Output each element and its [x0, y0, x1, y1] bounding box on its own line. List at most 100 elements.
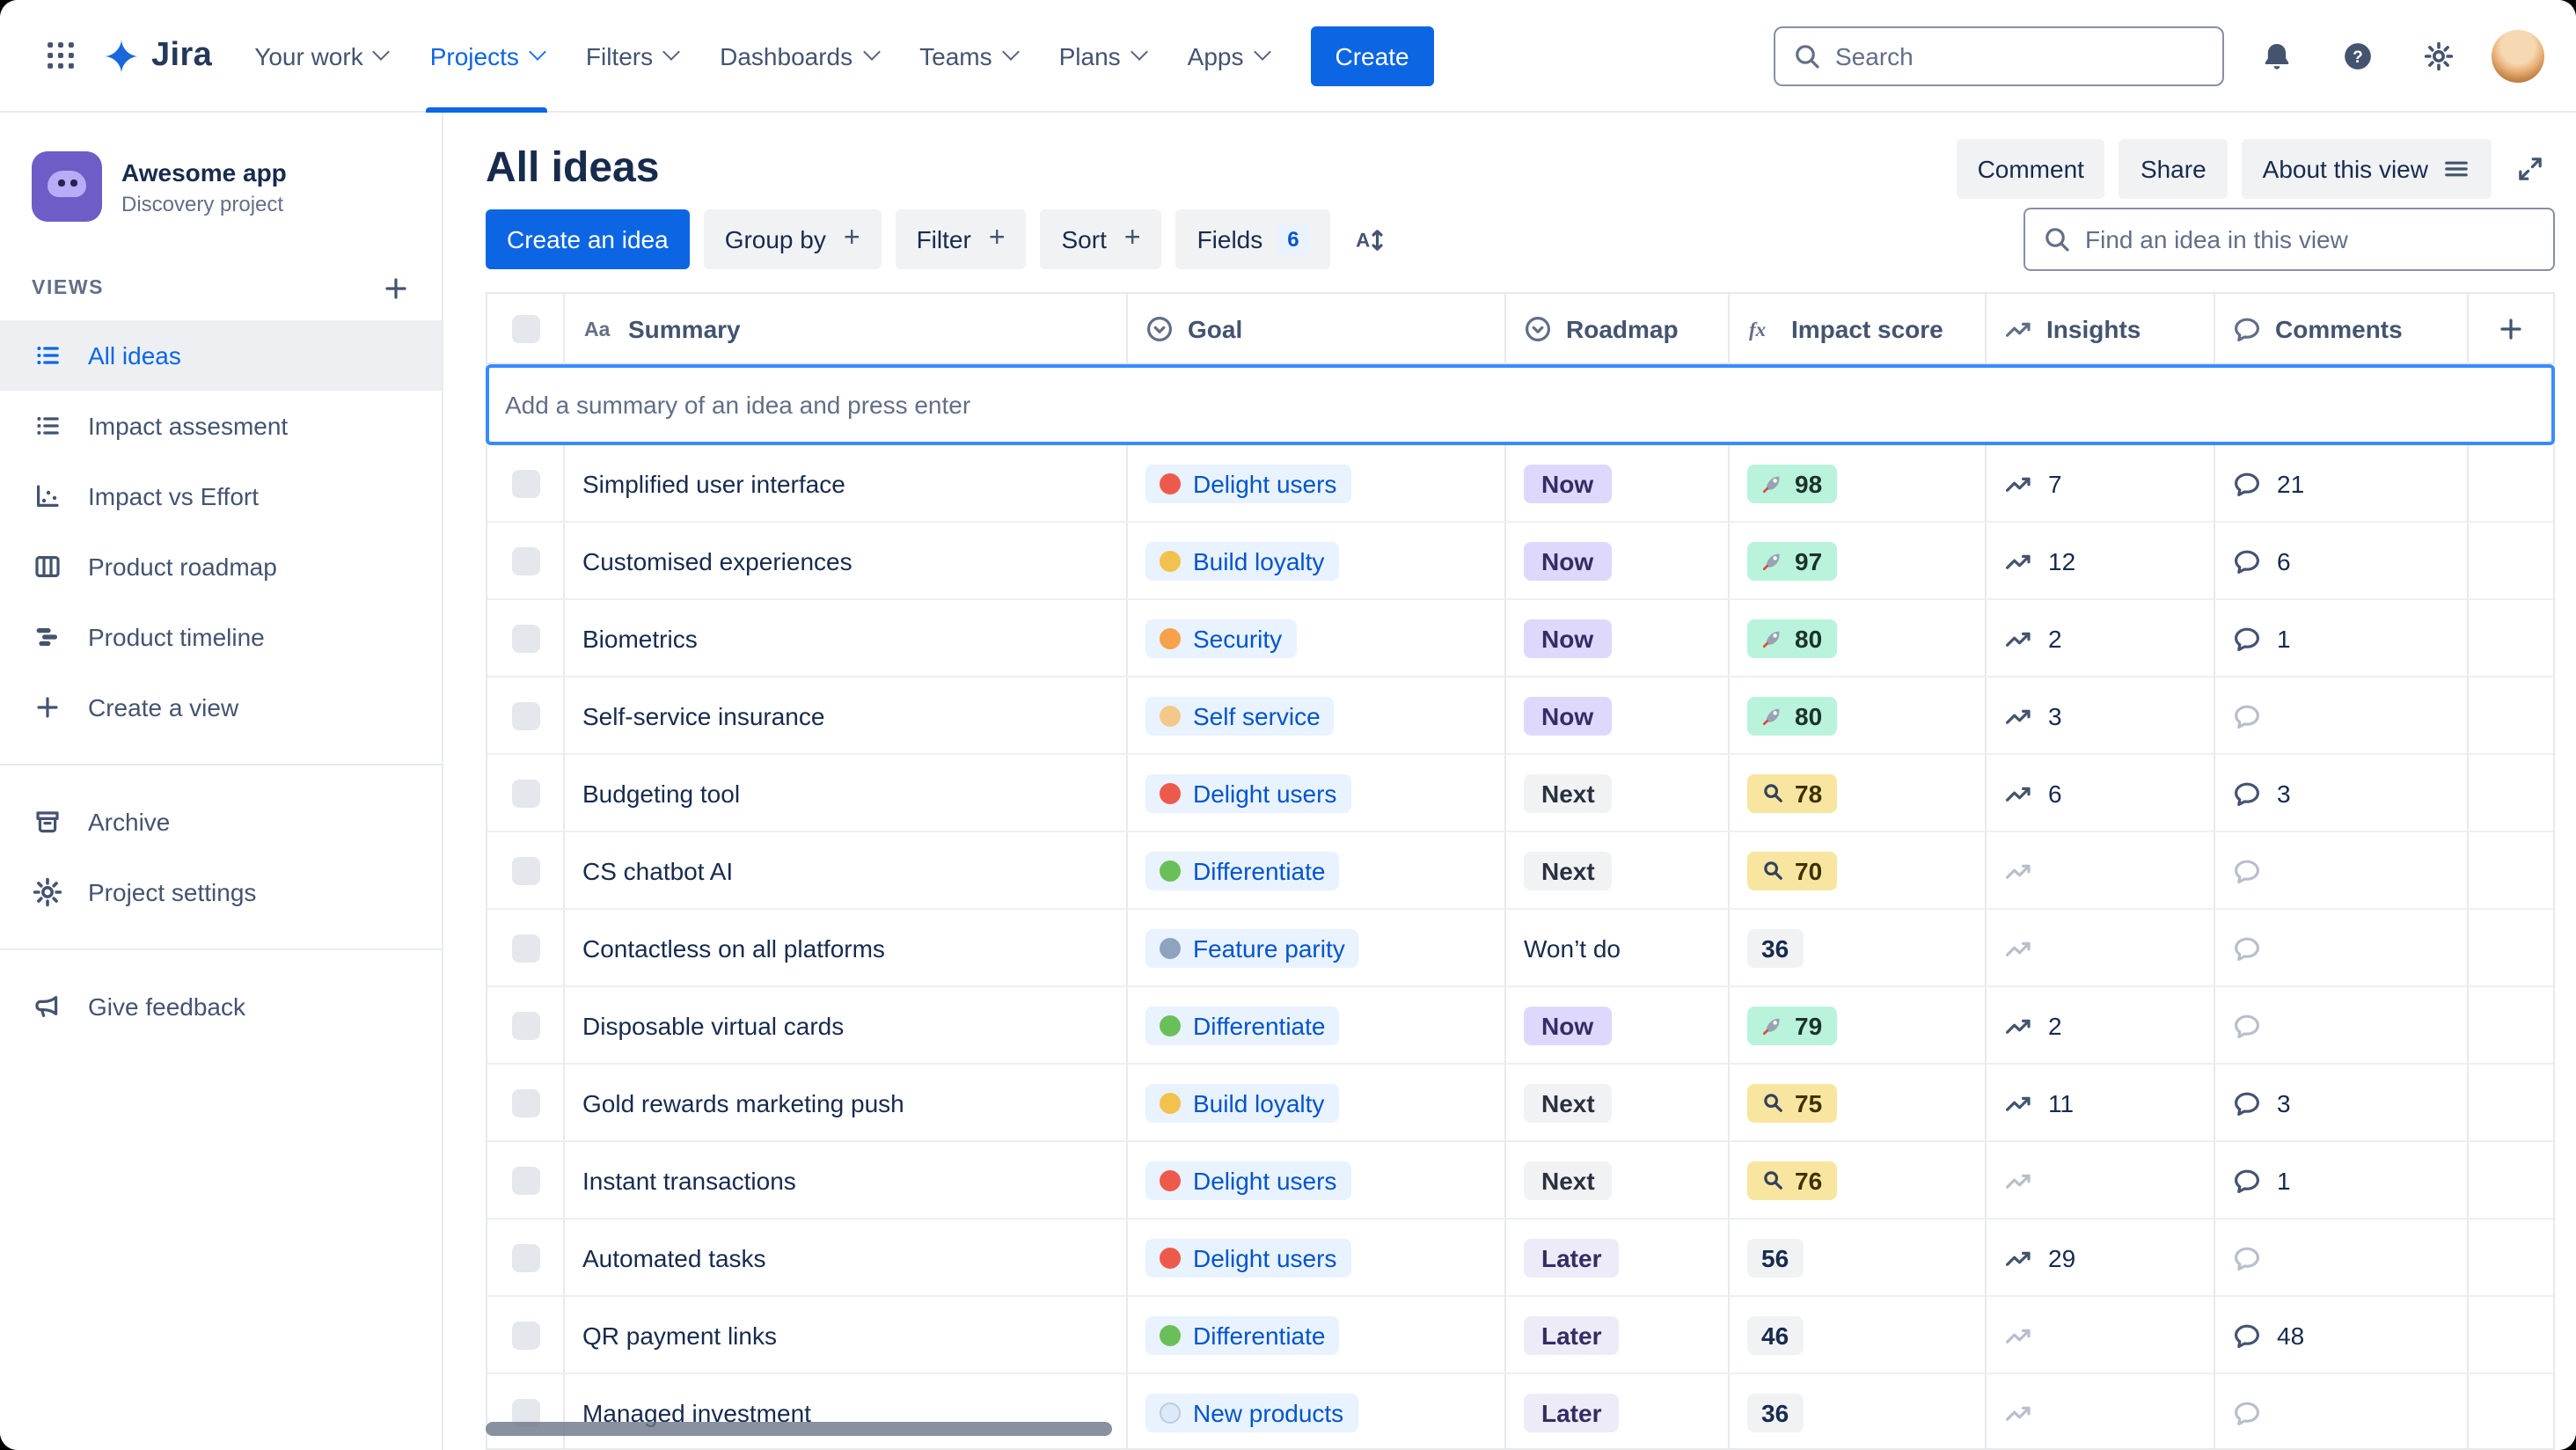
row-checkbox[interactable]: [511, 1088, 539, 1117]
roadmap-chip[interactable]: Later: [1524, 1238, 1620, 1277]
impact-score-chip[interactable]: 98: [1747, 464, 1837, 502]
comments-cell[interactable]: 6: [2215, 523, 2469, 598]
column-header-impact[interactable]: fx Impact score: [1730, 294, 1987, 362]
group-by-button[interactable]: Group by +: [703, 209, 882, 269]
impact-score-chip[interactable]: 36: [1747, 1393, 1804, 1432]
idea-row[interactable]: Contactless on all platforms Feature pari…: [487, 910, 2553, 987]
impact-score-chip[interactable]: 76: [1747, 1161, 1837, 1199]
sidebar-item-product-roadmap[interactable]: Product roadmap: [0, 531, 442, 602]
goal-chip[interactable]: Differentiate: [1145, 1315, 1340, 1354]
row-checkbox[interactable]: [511, 856, 539, 884]
idea-row[interactable]: Automated tasks Delight users Later 56 29: [487, 1219, 2553, 1297]
comments-cell[interactable]: [2215, 832, 2469, 908]
comments-cell[interactable]: 1: [2215, 1142, 2469, 1218]
goal-chip[interactable]: Build loyalty: [1145, 541, 1339, 580]
idea-row[interactable]: Managed investment New products Later 36: [487, 1374, 2553, 1450]
roadmap-chip[interactable]: Next: [1524, 773, 1613, 812]
impact-score-chip[interactable]: 36: [1747, 928, 1804, 967]
idea-row[interactable]: Biometrics Security Now 80 2 1: [487, 600, 2553, 677]
add-column-button[interactable]: [2469, 294, 2553, 362]
row-checkbox[interactable]: [511, 1321, 539, 1349]
idea-row[interactable]: Disposable virtual cards Differentiate Now…: [487, 987, 2553, 1065]
goal-chip[interactable]: Delight users: [1145, 1238, 1351, 1277]
comment-button[interactable]: Comment: [1956, 139, 2105, 199]
column-header-summary[interactable]: Aa Summary: [565, 294, 1128, 362]
roadmap-chip[interactable]: Next: [1524, 1161, 1613, 1199]
row-checkbox[interactable]: [511, 1243, 539, 1271]
global-search[interactable]: [1774, 26, 2224, 85]
settings-icon[interactable]: [2411, 27, 2467, 84]
idea-row[interactable]: Self-service insurance Self service Now 80 3: [487, 677, 2553, 755]
goal-chip[interactable]: Delight users: [1145, 773, 1351, 812]
add-view-icon[interactable]: [382, 275, 410, 303]
impact-score-chip[interactable]: 79: [1747, 1006, 1837, 1044]
roadmap-chip[interactable]: Now: [1524, 696, 1612, 735]
create-idea-button[interactable]: Create an idea: [486, 209, 690, 269]
comments-cell[interactable]: [2215, 1219, 2469, 1295]
roadmap-chip[interactable]: Later: [1524, 1393, 1620, 1432]
impact-score-chip[interactable]: 78: [1747, 773, 1837, 812]
row-checkbox[interactable]: [511, 1166, 539, 1194]
insights-cell[interactable]: 12: [1987, 523, 2215, 598]
create-button[interactable]: Create: [1310, 26, 1434, 85]
select-all-checkbox[interactable]: [511, 314, 539, 342]
sidebar-item-impact-assesment[interactable]: Impact assesment: [0, 391, 442, 461]
roadmap-chip[interactable]: Now: [1524, 464, 1612, 502]
comments-cell[interactable]: [2215, 987, 2469, 1063]
about-view-button[interactable]: About this view: [2241, 139, 2492, 199]
sidebar-item-archive[interactable]: Archive: [0, 787, 442, 857]
roadmap-chip[interactable]: Next: [1524, 1083, 1613, 1122]
column-header-goal[interactable]: Goal: [1128, 294, 1506, 362]
sidebar-item-impact-vs-effort[interactable]: Impact vs Effort: [0, 461, 442, 531]
horizontal-scrollbar[interactable]: [486, 1422, 1112, 1436]
nav-item-teams[interactable]: Teams: [898, 0, 1037, 112]
goal-chip[interactable]: Differentiate: [1145, 851, 1340, 890]
find-idea-input[interactable]: [2085, 225, 2536, 253]
goal-chip[interactable]: Self service: [1145, 696, 1335, 735]
insights-cell[interactable]: 2: [1987, 600, 2215, 676]
roadmap-chip[interactable]: Later: [1524, 1315, 1620, 1354]
app-switcher-button[interactable]: [32, 27, 88, 84]
idea-row[interactable]: CS chatbot AI Differentiate Next 70: [487, 832, 2553, 910]
comments-cell[interactable]: [2215, 910, 2469, 985]
nav-item-dashboards[interactable]: Dashboards: [699, 0, 898, 112]
add-idea-input[interactable]: [505, 391, 2536, 419]
share-button[interactable]: Share: [2119, 139, 2228, 199]
user-avatar[interactable]: [2492, 29, 2544, 82]
goal-chip[interactable]: Build loyalty: [1145, 1083, 1339, 1122]
idea-row[interactable]: Gold rewards marketing push Build loyalty…: [487, 1065, 2553, 1142]
idea-row[interactable]: Simplified user interface Delight users No…: [487, 445, 2553, 523]
insights-cell[interactable]: 2: [1987, 987, 2215, 1063]
idea-row[interactable]: Budgeting tool Delight users Next 78 6 3: [487, 755, 2553, 832]
help-icon[interactable]: ?: [2330, 27, 2386, 84]
insights-cell[interactable]: 6: [1987, 755, 2215, 831]
goal-chip[interactable]: Differentiate: [1145, 1006, 1340, 1044]
impact-score-chip[interactable]: 56: [1747, 1238, 1804, 1277]
comments-cell[interactable]: 1: [2215, 600, 2469, 676]
comments-cell[interactable]: [2215, 1374, 2469, 1450]
row-checkbox[interactable]: [511, 1011, 539, 1039]
nav-item-plans[interactable]: Plans: [1038, 0, 1167, 112]
nav-item-projects[interactable]: Projects: [409, 0, 565, 112]
goal-chip[interactable]: Delight users: [1145, 464, 1351, 502]
insights-cell[interactable]: [1987, 1297, 2215, 1373]
sort-alphabetical-icon[interactable]: A: [1345, 217, 1396, 261]
find-idea-search[interactable]: [2023, 208, 2555, 271]
idea-row[interactable]: Customised experiences Build loyalty Now 97…: [487, 523, 2553, 600]
goal-chip[interactable]: Security: [1145, 619, 1297, 657]
fields-button[interactable]: Fields 6: [1175, 209, 1331, 269]
roadmap-chip[interactable]: Now: [1524, 1006, 1612, 1044]
row-checkbox[interactable]: [511, 779, 539, 807]
column-header-roadmap[interactable]: Roadmap: [1506, 294, 1730, 362]
comments-cell[interactable]: 3: [2215, 755, 2469, 831]
comments-cell[interactable]: 21: [2215, 445, 2469, 521]
add-idea-row[interactable]: [486, 364, 2555, 445]
jira-logo[interactable]: Jira: [91, 36, 230, 75]
impact-score-chip[interactable]: 80: [1747, 619, 1837, 657]
insights-cell[interactable]: 29: [1987, 1219, 2215, 1295]
row-checkbox[interactable]: [511, 546, 539, 575]
roadmap-chip[interactable]: Next: [1524, 851, 1613, 890]
roadmap-chip[interactable]: Won’t do: [1524, 934, 1621, 962]
impact-score-chip[interactable]: 75: [1747, 1083, 1837, 1122]
comments-cell[interactable]: 3: [2215, 1065, 2469, 1140]
